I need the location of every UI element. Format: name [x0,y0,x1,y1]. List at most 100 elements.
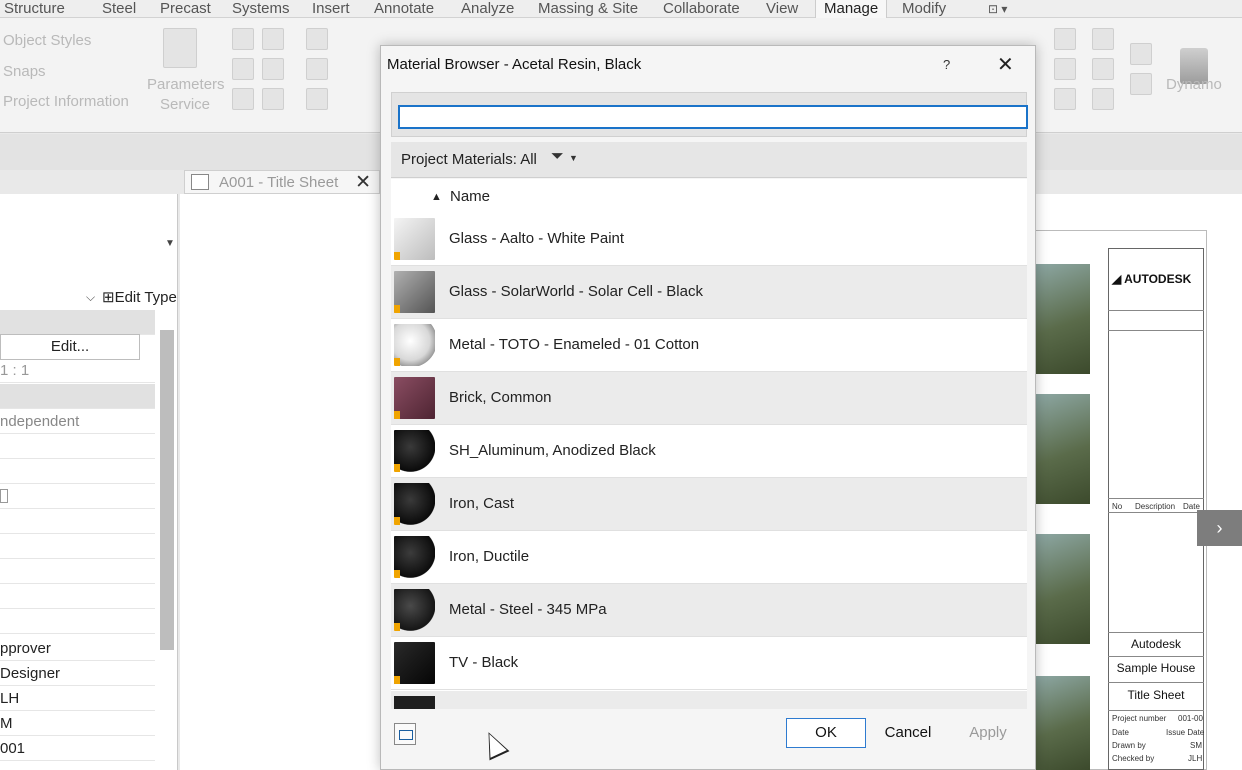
search-input[interactable] [398,105,1028,129]
parameters-service-icon[interactable] [163,28,197,68]
panel-options-icon[interactable]: ⊡ ▾ [988,0,1007,18]
tab-modify[interactable]: Modify [902,0,946,18]
flag-icon [394,411,400,419]
select-underlay-icon[interactable] [1092,58,1114,80]
edit-type-button[interactable]: ⊞Edit Type [102,288,177,306]
snaps-button[interactable]: Snaps [3,63,46,80]
tab-precast[interactable]: Precast [160,0,211,18]
material-row[interactable]: Iron, Ductile [391,531,1027,584]
tab-manage[interactable]: Manage [815,0,888,18]
panel-schedules-icon[interactable] [306,88,328,110]
tab-steel[interactable]: Steel [102,0,136,18]
property-row[interactable] [0,534,155,559]
property-row[interactable] [0,559,155,584]
tab-insert[interactable]: Insert [312,0,350,18]
material-row[interactable]: SH_Aluminum, Anodized Black [391,425,1027,478]
material-name: Iron, Ductile [449,548,530,565]
tab-systems[interactable]: Systems [232,0,290,18]
sheet-icon [191,174,209,190]
approver-value[interactable]: pprover [0,636,155,661]
chevron-down-icon[interactable]: ▼ [569,153,578,163]
transfer-standards-icon[interactable] [262,88,284,110]
sheet-number-value[interactable]: 001 [0,736,155,761]
designer-value[interactable]: Designer [0,661,155,686]
view-tab-close-icon[interactable]: ✕ [355,171,371,194]
material-row[interactable]: Metal - TOTO - Enameled - 01 Cotton [391,319,1027,372]
tab-structure[interactable]: Structure [4,0,65,18]
tab-massing-site[interactable]: Massing & Site [538,0,638,18]
property-row[interactable] [0,609,155,634]
sort-ascending-icon[interactable]: ▲ [431,191,442,203]
property-row[interactable] [0,459,155,484]
checked-value[interactable]: LH [0,686,155,711]
properties-group-header[interactable] [0,310,155,335]
material-editor-icon[interactable] [394,723,416,745]
macro-manager-icon[interactable] [1054,28,1076,50]
properties-scrollbar[interactable] [160,330,174,650]
tab-collaborate[interactable]: Collaborate [663,0,740,18]
material-name: Metal - TOTO - Enameled - 01 Cotton [449,336,700,353]
rendering-image [1035,264,1090,374]
tab-view[interactable]: View [766,0,798,18]
divider [1108,710,1204,711]
tab-annotate[interactable]: Annotate [374,0,434,18]
macro-security-icon[interactable] [1092,28,1114,50]
warnings-icon[interactable] [1130,73,1152,95]
mep-settings-icon[interactable] [306,58,328,80]
properties-group-header-2[interactable] [0,384,155,409]
company-name: Autodesk [1130,637,1182,651]
rendering-image [1035,676,1090,770]
property-row[interactable] [0,584,155,609]
select-by-face-icon[interactable] [1092,88,1114,110]
shared-params-icon[interactable] [262,58,284,80]
project-units-icon[interactable] [232,58,254,80]
help-icon[interactable]: ? [943,57,950,72]
material-row[interactable]: Brick, Common [391,372,1027,425]
purge-icon[interactable] [262,28,284,50]
tab-analyze[interactable]: Analyze [461,0,514,18]
apply-button[interactable]: Apply [953,718,1023,748]
material-row[interactable]: Iron, Cast [391,478,1027,531]
structural-settings-icon[interactable] [306,28,328,50]
instance-filter-chevron-icon[interactable]: ⌵ [86,290,95,305]
material-list: ▲ Name Glass - Aalto - White Paint Glass… [391,179,1027,709]
material-row[interactable]: Metal - Steel - 345 MPa [391,584,1027,637]
ids-icon[interactable] [1130,43,1152,65]
project-information-button[interactable]: Project Information [3,93,129,110]
property-row[interactable] [0,434,155,459]
transfer-icon[interactable] [232,28,254,50]
drawn-value[interactable]: M [0,711,155,736]
date-label: Date [1112,728,1129,737]
filter-icon[interactable]: ⏷ [551,148,564,166]
select-links-icon[interactable] [1054,58,1076,80]
checked-by-label: Checked by [1112,754,1155,763]
dynamo-label: Dynamo [1166,76,1222,93]
flag-icon [394,464,400,472]
material-swatch [394,589,435,631]
edit-type-label: Edit Type [114,289,177,306]
material-row[interactable]: Glass - Aalto - White Paint [391,213,1027,266]
divider [1108,512,1204,513]
ribbon-tab-bar: Structure Steel Precast Systems Insert A… [0,0,1242,18]
ok-button[interactable]: OK [786,718,866,748]
drawn-by-label: Drawn by [1112,741,1146,750]
close-icon[interactable]: ✕ [997,52,1014,77]
dialog-title: Material Browser - Acetal Resin, Black [387,56,642,73]
edit-button[interactable]: Edit... [0,334,140,360]
divider [1108,682,1204,683]
material-row[interactable]: Glass - SolarWorld - Solar Cell - Black [391,266,1027,319]
global-params-icon[interactable] [232,88,254,110]
property-row[interactable] [0,509,155,534]
column-header-name[interactable]: ▲ Name [391,179,1027,213]
select-pinned-icon[interactable] [1054,88,1076,110]
chevron-right-icon[interactable]: › [1197,510,1242,546]
type-selector-dropdown-icon[interactable]: ▼ [165,238,175,249]
material-row-partial[interactable] [391,691,1027,709]
material-row[interactable]: TV - Black [391,637,1027,690]
property-row[interactable] [0,484,155,509]
material-swatch [394,430,435,472]
object-styles-button[interactable]: Object Styles [3,32,91,49]
divider [1108,310,1204,311]
view-tab-a001[interactable]: A001 - Title Sheet ✕ [184,170,380,194]
cancel-button[interactable]: Cancel [873,718,943,748]
